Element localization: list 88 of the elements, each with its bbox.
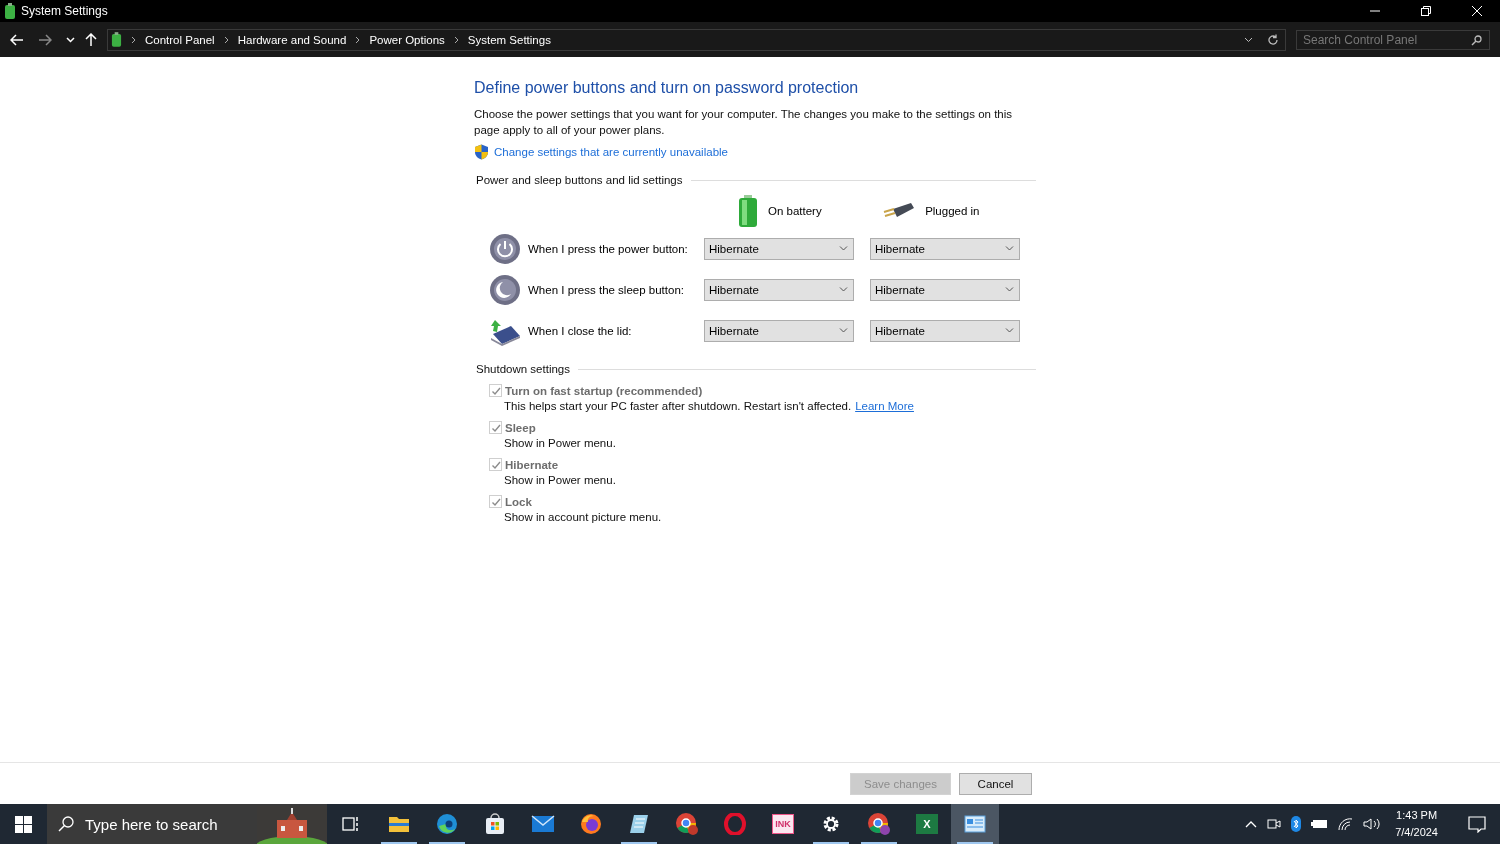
search-field[interactable]: Search Control Panel [1296,29,1490,50]
store-bag-icon [484,813,506,835]
breadcrumb[interactable]: System Settings [467,33,551,46]
chevron-down-icon [839,328,848,333]
column-header: Plugged in [925,205,980,217]
dropdown[interactable]: Hibernate [870,319,1020,342]
notepad-icon [628,813,650,835]
section-title: Power and sleep buttons and lid settings [476,174,683,186]
wifi-icon[interactable] [1338,817,1354,831]
close-icon[interactable] [1471,5,1483,17]
check-mark-icon [490,385,501,396]
dropdown[interactable]: Hibernate [704,319,854,342]
check-mark-icon [490,459,501,470]
notification-icon[interactable] [1468,815,1486,833]
check-mark-icon [490,496,501,507]
shield-icon [474,144,489,160]
option-description: Show in account picture menu. [504,511,662,523]
check-mark-icon [490,422,501,433]
breadcrumb[interactable]: Control Panel [145,33,215,46]
window-icon [964,815,986,833]
breadcrumb[interactable]: Hardware and Sound [237,33,347,46]
task-view-icon [342,816,360,832]
setting-label: When I press the sleep button: [528,283,685,296]
browser-icon [867,812,891,836]
option-label: Hibernate [505,458,559,471]
chevron-down-icon [1005,246,1014,251]
chevron-right-icon [453,35,459,44]
battery-icon[interactable] [1311,819,1329,829]
restore-icon[interactable] [1420,5,1432,17]
refresh-icon[interactable] [1267,33,1279,46]
app-icon: INK [772,814,794,834]
intro-text: Choose the power settings that you want for your computer. The changes you make to the settings on this page apply to all of your power plans. [474,107,1014,138]
column-header: On battery [768,205,822,217]
taskbar-app[interactable]: X [903,804,951,844]
ring-icon [724,813,746,835]
browser-icon [436,813,458,835]
up-arrow-icon[interactable] [85,32,97,47]
clock-date[interactable]: 7/4/2024 [1395,824,1438,841]
chevron-down-icon [839,246,848,251]
moon-icon [489,273,521,306]
setting-label: When I close the lid: [528,324,633,337]
search-icon[interactable] [1471,34,1482,46]
gear-icon [821,814,841,834]
battery-icon [4,3,16,19]
dropdown[interactable]: Hibernate [704,237,854,260]
camera-icon[interactable] [1267,817,1282,831]
window-title: System Settings [21,4,108,18]
taskbar-app[interactable]: INK [759,804,807,844]
chevron-down-icon [1005,328,1014,333]
search-icon [58,816,74,832]
forward-arrow-icon[interactable] [38,33,52,46]
option-description: This helps start your PC faster after shutdown. Restart isn't affected. [504,400,852,412]
chevron-down-icon[interactable] [1244,36,1253,43]
spreadsheet-icon: X [916,814,938,834]
chevron-right-icon [131,35,136,44]
bluetooth-icon[interactable] [1291,816,1302,832]
chevron-right-icon [223,35,229,44]
folder-icon [388,815,410,833]
dropdown[interactable]: Hibernate [870,278,1020,301]
address-field[interactable]: Control Panel Hardware and Sound Power Options System Settings [107,28,1286,51]
dropdown[interactable]: Hibernate [704,278,854,301]
option-label: Turn on fast startup (recommended) [505,384,703,397]
section-title: Shutdown settings [476,363,570,375]
chevron-down-icon [839,287,848,292]
dropdown[interactable]: Hibernate [870,237,1020,260]
clock-time[interactable]: 1:43 PM [1396,807,1438,824]
battery-icon [738,195,758,227]
breadcrumb[interactable]: Power Options [369,33,445,46]
power-icon [489,232,521,265]
battery-icon [111,32,122,47]
page-heading: Define power buttons and turn on password protection [474,79,860,97]
cancel-button[interactable]: Cancel [959,772,1032,795]
browser-icon [580,813,602,835]
browser-icon [675,812,699,836]
option-label: Sleep [505,421,536,434]
windows-icon [15,815,32,833]
setting-label: When I press the power button: [528,242,689,255]
speaker-icon[interactable] [1363,817,1382,831]
option-description: Show in Power menu. [504,474,616,486]
chevron-down-icon [1005,287,1014,292]
envelope-icon [531,815,555,833]
option-label: Lock [505,495,532,508]
option-description: Show in Power menu. [504,437,616,449]
change-settings-link[interactable]: Change settings that are currently unavailable [494,146,728,158]
chevron-right-icon [355,35,361,44]
chevron-up-icon[interactable] [1245,820,1258,828]
taskbar-app[interactable] [951,804,999,844]
back-arrow-icon[interactable] [10,33,24,46]
